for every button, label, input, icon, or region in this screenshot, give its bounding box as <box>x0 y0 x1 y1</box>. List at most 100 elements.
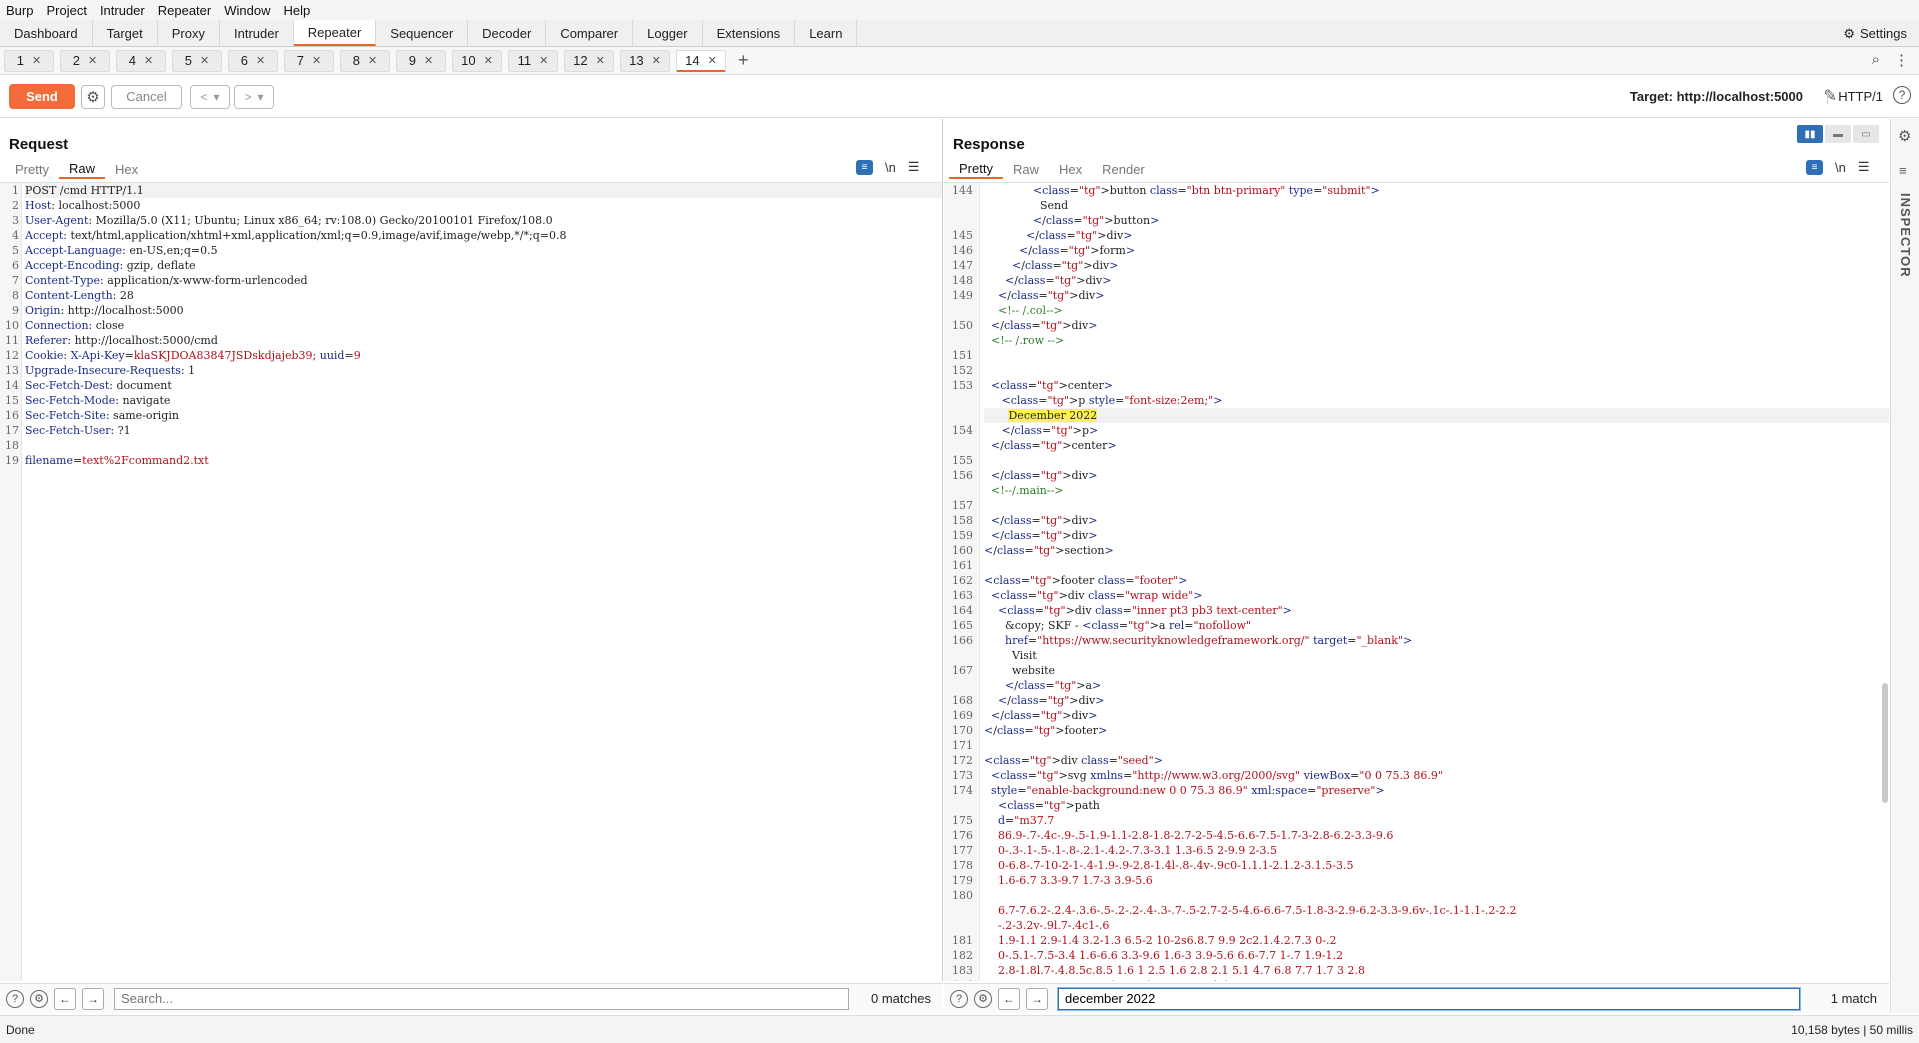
response-line[interactable] <box>984 453 1889 468</box>
response-search-input[interactable] <box>1058 987 1800 1010</box>
more-options-icon[interactable]: ⋮ <box>1894 51 1909 69</box>
request-line[interactable]: Connection: close <box>25 318 942 333</box>
newline-toggle[interactable]: \n <box>1835 160 1846 175</box>
tab-decoder[interactable]: Decoder <box>468 20 547 46</box>
word-wrap-icon[interactable]: ≡ <box>856 159 873 175</box>
settings-button[interactable]: ⚙ Settings <box>1843 20 1907 47</box>
response-line[interactable] <box>984 738 1889 753</box>
response-line[interactable]: </class="tg">button> <box>984 213 1889 228</box>
close-icon[interactable]: ✕ <box>424 54 433 67</box>
repeater-tab-11[interactable]: 11 ✕ <box>508 49 558 72</box>
close-icon[interactable]: ✕ <box>312 54 321 67</box>
response-tab-render[interactable]: Render <box>1092 159 1155 179</box>
menu-repeater[interactable]: Repeater <box>158 3 211 18</box>
response-line[interactable]: </class="tg">div> <box>984 693 1889 708</box>
response-tab-raw[interactable]: Raw <box>1003 159 1049 179</box>
stacked-layout-icon[interactable]: ▬ <box>1825 125 1851 143</box>
response-line[interactable]: 6.7-7.6.2-.2.4-.3.6-.5-.2-.2-.4-.3-.7-.5… <box>984 903 1889 918</box>
response-line[interactable] <box>984 558 1889 573</box>
response-line[interactable]: </class="tg">div> <box>984 288 1889 303</box>
request-tab-hex[interactable]: Hex <box>105 159 148 179</box>
repeater-tab-12[interactable]: 12 ✕ <box>564 49 614 72</box>
response-line[interactable]: </class="tg">div> <box>984 468 1889 483</box>
repeater-tab-7[interactable]: 7 ✕ <box>284 49 334 72</box>
history-back-button[interactable]: < ▾ <box>190 84 230 109</box>
menu-window[interactable]: Window <box>224 3 270 18</box>
side-by-side-layout-icon[interactable]: ▮▮ <box>1797 125 1823 143</box>
request-line[interactable]: User-Agent: Mozilla/5.0 (X11; Ubuntu; Li… <box>25 213 942 228</box>
menu-project[interactable]: Project <box>46 3 86 18</box>
response-line[interactable]: <class="tg">div class="seed"> <box>984 753 1889 768</box>
request-tab-raw[interactable]: Raw <box>58 159 105 179</box>
newline-toggle[interactable]: \n <box>885 160 896 175</box>
help-icon[interactable]: ? <box>1893 86 1911 104</box>
menu-icon[interactable]: ☰ <box>1858 159 1870 175</box>
request-tab-pretty[interactable]: Pretty <box>5 159 59 179</box>
response-line[interactable]: <!--/.main--> <box>984 483 1889 498</box>
next-match-arrow-icon[interactable]: → <box>82 987 104 1010</box>
send-options-gear-icon[interactable]: ⚙ <box>81 84 105 109</box>
response-line[interactable]: Visit <box>984 648 1889 663</box>
close-icon[interactable]: ✕ <box>484 54 493 67</box>
scrollbar-thumb[interactable] <box>1882 683 1888 803</box>
request-line[interactable]: Accept-Encoding: gzip, deflate <box>25 258 942 273</box>
close-icon[interactable]: ✕ <box>652 54 661 67</box>
response-line[interactable]: </class="tg">a> <box>984 678 1889 693</box>
add-tab-plus-icon[interactable]: + <box>738 50 749 71</box>
repeater-tab-6[interactable]: 6 ✕ <box>228 49 278 72</box>
close-icon[interactable]: ✕ <box>539 54 548 67</box>
response-line[interactable]: </class="tg">form> <box>984 243 1889 258</box>
response-line[interactable]: href="https://www.securityknowledgeframe… <box>984 633 1889 648</box>
response-line[interactable]: -.2-3.2v-.9l.7-.4c1-.6 <box>984 918 1889 933</box>
tab-comparer[interactable]: Comparer <box>546 20 634 46</box>
response-line[interactable] <box>984 363 1889 378</box>
request-line[interactable]: Referer: http://localhost:5000/cmd <box>25 333 942 348</box>
response-line[interactable] <box>984 348 1889 363</box>
tab-extensions[interactable]: Extensions <box>703 20 796 46</box>
tabbed-layout-icon[interactable]: ▭ <box>1853 125 1879 143</box>
request-body[interactable]: POST /cmd HTTP/1.1 Host: localhost:5000 Us… <box>25 183 942 981</box>
response-tab-pretty[interactable]: Pretty <box>949 159 1003 179</box>
word-wrap-icon[interactable]: ≡ <box>1806 159 1823 175</box>
tab-proxy[interactable]: Proxy <box>158 20 220 46</box>
close-icon[interactable]: ✕ <box>144 54 153 67</box>
response-line[interactable]: </class="tg">div> <box>984 513 1889 528</box>
close-icon[interactable]: ✕ <box>596 54 605 67</box>
tab-intruder[interactable]: Intruder <box>220 20 294 46</box>
request-line[interactable]: Cookie: X-Api-Key=klaSKJDOA83847JSDskdja… <box>25 348 942 363</box>
response-line[interactable]: <class="tg">button class="btn btn-primar… <box>984 183 1889 198</box>
response-line[interactable]: 6.3 3.2 9.6 0 .3 0 .5 1.8 2-.1.5-2.7-.3 … <box>984 978 1889 981</box>
request-line[interactable]: Host: localhost:5000 <box>25 198 942 213</box>
menu-help[interactable]: Help <box>283 3 310 18</box>
close-icon[interactable]: ✕ <box>256 54 265 67</box>
previous-match-arrow-icon[interactable]: ← <box>54 987 76 1010</box>
close-icon[interactable]: ✕ <box>32 54 41 67</box>
help-icon[interactable]: ? <box>6 989 24 1008</box>
response-line[interactable]: 0-.3-.1-.5-.1-.8-.2.1-.4.2-.7.3-3.1 1.3-… <box>984 843 1889 858</box>
response-line[interactable]: <class="tg">center> <box>984 378 1889 393</box>
next-match-arrow-icon[interactable]: → <box>1026 987 1048 1010</box>
list-icon[interactable]: ≡ <box>1899 163 1907 178</box>
response-line[interactable]: <class="tg">path <box>984 798 1889 813</box>
repeater-tab-9[interactable]: 9 ✕ <box>396 49 446 72</box>
gear-icon[interactable]: ⚙ <box>1898 127 1911 145</box>
cancel-button[interactable]: Cancel <box>111 84 182 109</box>
tab-repeater[interactable]: Repeater <box>293 20 377 46</box>
repeater-tab-13[interactable]: 13 ✕ <box>620 49 670 72</box>
tab-dashboard[interactable]: Dashboard <box>0 20 93 46</box>
request-line[interactable]: Sec-Fetch-Mode: navigate <box>25 393 942 408</box>
search-settings-gear-icon[interactable]: ⚙ <box>30 989 48 1008</box>
close-icon[interactable]: ✕ <box>708 54 717 67</box>
response-tab-hex[interactable]: Hex <box>1049 159 1092 179</box>
response-line[interactable]: 2.8-1.8l.7-.4.8.5c.8.5 1.6 1 2.5 1.6 2.8… <box>984 963 1889 978</box>
response-line[interactable]: 86.9-.7-.4c-.9-.5-1.9-1.1-2.8-1.8-2.7-2-… <box>984 828 1889 843</box>
request-line[interactable]: Sec-Fetch-User: ?1 <box>25 423 942 438</box>
response-line[interactable]: Send <box>984 198 1889 213</box>
tab-logger[interactable]: Logger <box>633 20 703 46</box>
request-line[interactable]: Accept: text/html,application/xhtml+xml,… <box>25 228 942 243</box>
repeater-tab-10[interactable]: 10 ✕ <box>452 49 502 72</box>
response-line[interactable]: 0-6.8-.7-10-2-1-.4-1.9-.9-2.8-1.4l-.8-.4… <box>984 858 1889 873</box>
response-line[interactable]: </class="tg">div> <box>984 318 1889 333</box>
tab-sequencer[interactable]: Sequencer <box>376 20 469 46</box>
response-line[interactable]: <class="tg">div class="inner pt3 pb3 tex… <box>984 603 1889 618</box>
